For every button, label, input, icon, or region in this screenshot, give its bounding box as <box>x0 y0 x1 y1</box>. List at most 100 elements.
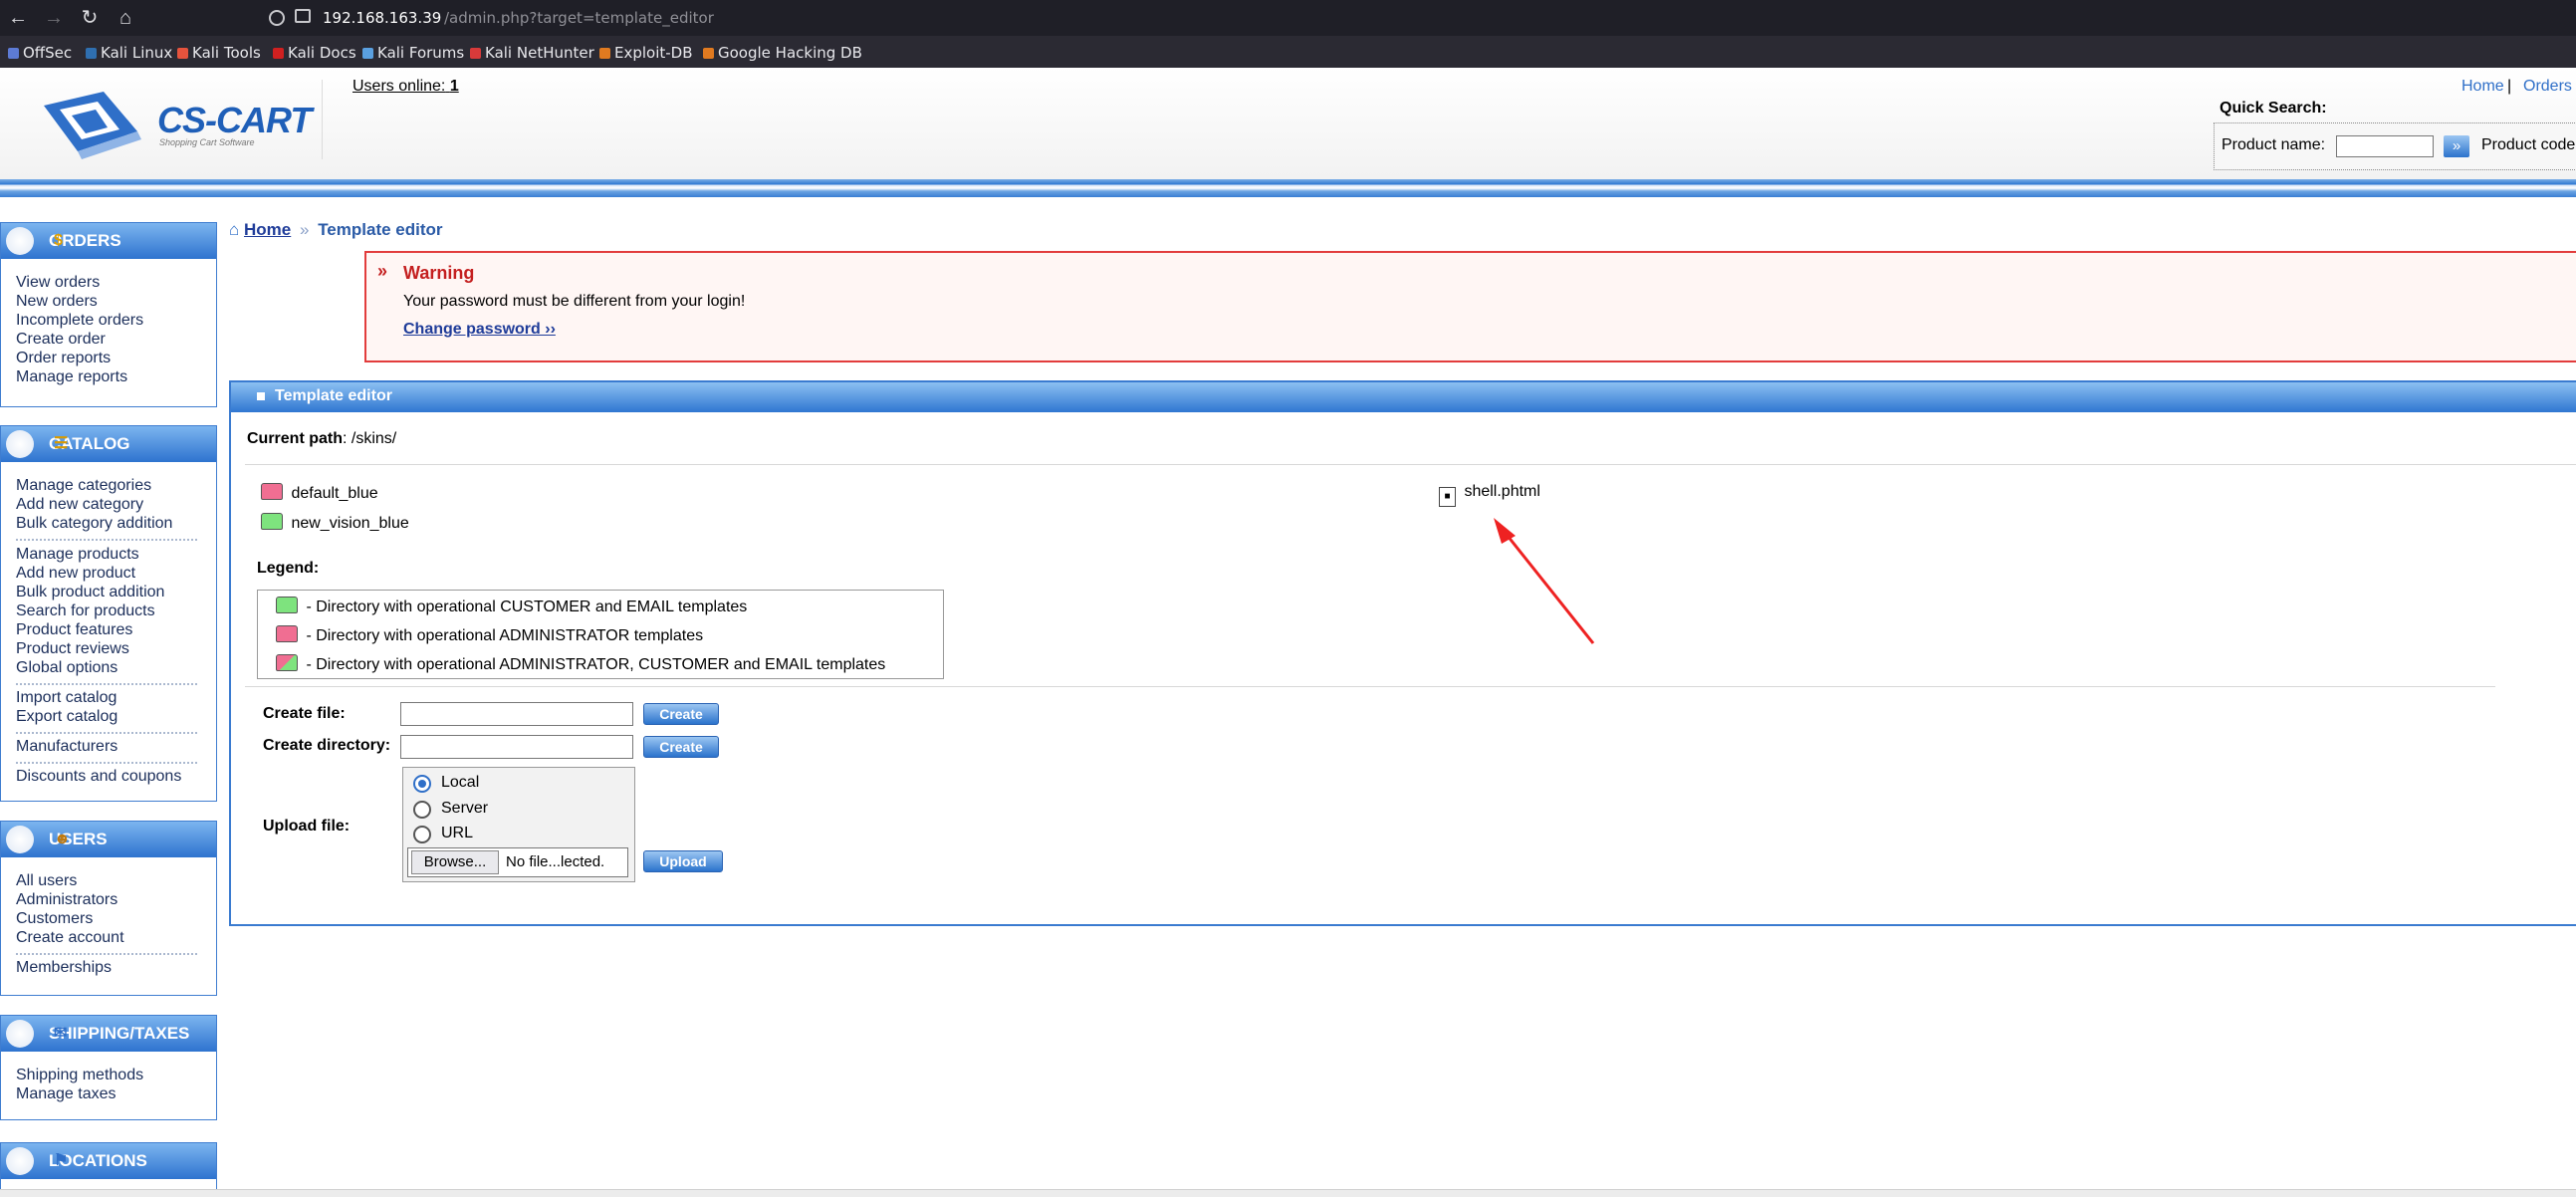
sidebar-item-memberships[interactable]: Memberships <box>16 959 112 977</box>
breadcrumb-current: Template editor <box>318 220 443 239</box>
sidebar-item-discounts-and-coupons[interactable]: Discounts and coupons <box>16 768 181 786</box>
sidebar-item-global-options[interactable]: Global options <box>16 659 117 677</box>
file-name: shell.phtml <box>1464 483 1540 500</box>
kali-icon <box>86 48 97 59</box>
sidebar-users-title[interactable]: ☻ USERS <box>1 822 216 857</box>
sidebar-catalog-title[interactable]: ☰ CATALOG <box>1 426 216 462</box>
sidebar-item-all-users[interactable]: All users <box>16 872 77 890</box>
cs-cart-logo[interactable] <box>38 88 147 163</box>
sidebar-item-manufacturers[interactable]: Manufacturers <box>16 738 117 756</box>
warning-icon: » <box>377 261 388 281</box>
panel-title: Template editor <box>275 387 392 404</box>
nethunter-icon <box>470 48 481 59</box>
radio-local-control[interactable] <box>413 775 431 793</box>
url-host: 192.168.163.39 <box>323 9 442 27</box>
radio-server-control[interactable] <box>413 801 431 819</box>
dir-name: default_blue <box>291 485 378 502</box>
dir-item[interactable]: new_vision_blue <box>261 513 409 533</box>
sidebar-item-manage-taxes[interactable]: Manage taxes <box>16 1085 117 1103</box>
warning-box: » Warning Your password must be differen… <box>364 251 2576 362</box>
sidebar-item-add-new-category[interactable]: Add new category <box>16 496 143 514</box>
bookmark-kali-tools[interactable]: Kali Tools <box>177 44 261 62</box>
create-directory-button[interactable]: Create <box>643 736 719 758</box>
sidebar-item-product-reviews[interactable]: Product reviews <box>16 640 129 658</box>
folder-mixed-icon <box>276 654 298 671</box>
sidebar-divider <box>16 683 197 685</box>
sidebar-item-search-for-products[interactable]: Search for products <box>16 602 155 620</box>
sidebar-item-create-account[interactable]: Create account <box>16 929 124 947</box>
radio-url-control[interactable] <box>413 826 431 843</box>
bookmark-kali-linux[interactable]: Kali Linux <box>86 44 172 62</box>
sidebar-item-shipping-methods[interactable]: Shipping methods <box>16 1067 143 1084</box>
sidebar-item-incomplete-orders[interactable]: Incomplete orders <box>16 312 143 330</box>
sidebar-item-bulk-category-addition[interactable]: Bulk category addition <box>16 515 172 533</box>
bookmark-kali-forums[interactable]: Kali Forums <box>362 44 464 62</box>
sidebar-item-manage-reports[interactable]: Manage reports <box>16 368 127 386</box>
sidebar-divider <box>16 762 197 764</box>
bookmark-kali-nethunter[interactable]: Kali NetHunter <box>470 44 594 62</box>
warning-message: Your password must be different from you… <box>403 293 746 310</box>
dir-name: new_vision_blue <box>291 515 409 532</box>
file-chooser[interactable]: Browse... No file...lected. <box>407 847 628 877</box>
sidebar-item-product-features[interactable]: Product features <box>16 621 132 639</box>
top-link-home[interactable]: Home <box>2461 78 2504 96</box>
folder-customer-icon <box>261 513 283 530</box>
sidebar-item-create-order[interactable]: Create order <box>16 331 106 349</box>
locations-icon: ⚑ <box>6 1147 68 1175</box>
product-name-input[interactable] <box>2336 135 2434 157</box>
dir-item[interactable]: default_blue <box>261 483 378 503</box>
bookmark-offsec[interactable]: OffSec <box>8 44 72 62</box>
legend-item: - Directory with operational CUSTOMER an… <box>276 597 747 616</box>
upload-button[interactable]: Upload <box>643 850 723 872</box>
reload-icon[interactable]: ↻ <box>76 4 104 32</box>
sidebar-shipping: ✉ SHIPPING/TAXES Shipping methods Manage… <box>0 1015 217 1120</box>
sidebar-item-order-reports[interactable]: Order reports <box>16 350 111 367</box>
sidebar-item-manage-categories[interactable]: Manage categories <box>16 477 151 495</box>
sidebar-item-add-new-product[interactable]: Add new product <box>16 565 135 583</box>
home-icon[interactable]: ⌂ <box>112 4 139 32</box>
shipping-icon: ✉ <box>6 1020 67 1048</box>
top-link-orders[interactable]: Orders <box>2523 78 2572 96</box>
file-icon: ■ <box>1439 487 1456 507</box>
bookmark-kali-docs[interactable]: Kali Docs <box>273 44 356 62</box>
sidebar-item-export-catalog[interactable]: Export catalog <box>16 708 117 726</box>
breadcrumb-home[interactable]: Home <box>244 220 291 239</box>
sidebar-divider <box>16 953 197 955</box>
address-bar[interactable]: 192.168.163.39 /admin.php?target=templat… <box>257 4 2576 32</box>
sidebar-item-customers[interactable]: Customers <box>16 910 93 928</box>
bookmark-google-hacking-db[interactable]: Google Hacking DB <box>703 44 862 62</box>
forward-icon[interactable]: → <box>40 4 68 32</box>
sidebar-item-manage-products[interactable]: Manage products <box>16 546 139 564</box>
search-go-button[interactable]: » <box>2444 135 2469 157</box>
sidebar-locations-title[interactable]: ⚑ LOCATIONS <box>1 1143 216 1179</box>
create-file-label: Create file: <box>263 705 346 722</box>
url-path: /admin.php?target=template_editor <box>444 9 714 27</box>
bookmark-exploit-db[interactable]: Exploit-DB <box>599 44 693 62</box>
create-file-button[interactable]: Create <box>643 703 719 725</box>
sidebar-shipping-title[interactable]: ✉ SHIPPING/TAXES <box>1 1016 216 1052</box>
sidebar-item-new-orders[interactable]: New orders <box>16 293 98 311</box>
legend-box: - Directory with operational CUSTOMER an… <box>257 590 944 679</box>
browse-button[interactable]: Browse... <box>411 850 499 874</box>
file-item[interactable]: ■ shell.phtml <box>1439 483 1540 507</box>
create-file-input[interactable] <box>400 702 633 726</box>
sidebar-item-import-catalog[interactable]: Import catalog <box>16 689 117 707</box>
legend-item: - Directory with operational ADMINISTRAT… <box>276 625 703 645</box>
sidebar-item-administrators[interactable]: Administrators <box>16 891 117 909</box>
sidebar-divider <box>16 732 197 734</box>
change-password-link[interactable]: Change password ›› <box>403 321 556 339</box>
users-online[interactable]: Users online: 1 <box>352 78 459 96</box>
product-code-label: Product code <box>2481 136 2576 153</box>
logo-emblem-icon <box>44 92 141 159</box>
create-directory-input[interactable] <box>400 735 633 759</box>
sidebar-orders-title[interactable]: $ ORDERS <box>1 223 216 259</box>
sidebar-item-bulk-product-addition[interactable]: Bulk product addition <box>16 584 164 601</box>
panel-header: Template editor <box>231 382 2576 412</box>
sidebar-orders: $ ORDERS View orders New orders Incomple… <box>0 222 217 407</box>
users-icon: ☻ <box>6 826 71 853</box>
sidebar-item-view-orders[interactable]: View orders <box>16 274 100 292</box>
legend-title: Legend: <box>257 560 320 577</box>
template-editor-panel: Template editor Current path: /skins/ de… <box>229 380 2576 926</box>
home-icon: ⌂ <box>229 220 240 239</box>
back-icon[interactable]: ← <box>4 4 32 32</box>
